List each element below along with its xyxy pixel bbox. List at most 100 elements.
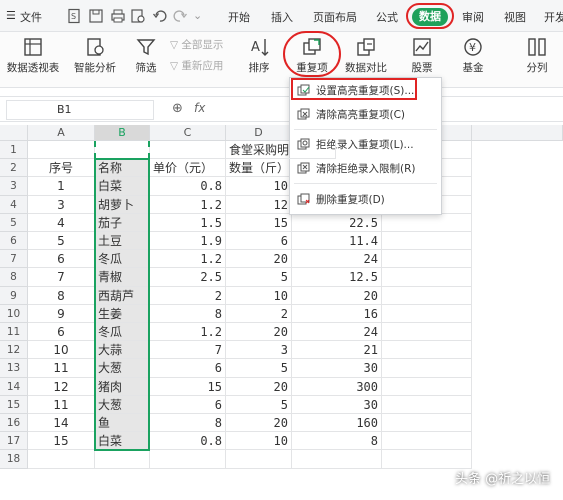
table-cell[interactable]: 冬瓜 bbox=[95, 250, 150, 269]
table-cell[interactable]: 8 bbox=[28, 286, 95, 305]
fund-button[interactable]: ¥ 基金 bbox=[456, 36, 490, 82]
table-cell[interactable]: 猪肉 bbox=[95, 377, 150, 396]
smart-analysis-button[interactable]: 智能分析 bbox=[70, 36, 120, 82]
row-header[interactable]: 6 bbox=[0, 232, 28, 251]
select-all-corner[interactable] bbox=[0, 125, 28, 141]
table-cell[interactable]: 1.5 bbox=[150, 213, 226, 232]
table-cell[interactable]: 11 bbox=[28, 359, 95, 378]
column-header-c[interactable]: C bbox=[150, 125, 226, 141]
print-icon[interactable] bbox=[110, 8, 126, 24]
tab-review[interactable]: 审阅 bbox=[462, 9, 484, 25]
table-cell[interactable]: 5 bbox=[226, 359, 292, 378]
table-cell[interactable]: 鱼 bbox=[95, 414, 150, 433]
table-cell[interactable]: 5 bbox=[28, 232, 95, 251]
filter-button[interactable]: 筛选 bbox=[128, 36, 164, 82]
header-cell[interactable]: 单价（元） bbox=[150, 159, 226, 178]
split-column-button[interactable]: 分列 bbox=[518, 36, 556, 82]
row-header[interactable]: 17 bbox=[0, 432, 28, 451]
table-cell[interactable]: 生姜 bbox=[95, 304, 150, 323]
table-cell[interactable]: 22.5 bbox=[292, 213, 382, 232]
empty-cell[interactable] bbox=[382, 450, 472, 469]
empty-cell[interactable] bbox=[226, 450, 292, 469]
empty-cell[interactable] bbox=[382, 359, 472, 378]
column-header-g[interactable] bbox=[472, 125, 563, 141]
row-header[interactable]: 2 bbox=[0, 159, 28, 178]
table-cell[interactable]: 160 bbox=[292, 414, 382, 433]
new-file-icon[interactable]: S bbox=[66, 8, 82, 24]
table-cell[interactable]: 2.5 bbox=[150, 268, 226, 287]
table-cell[interactable]: 4 bbox=[28, 213, 95, 232]
table-cell[interactable]: 2 bbox=[150, 286, 226, 305]
empty-cell[interactable] bbox=[28, 141, 95, 160]
table-cell[interactable]: 11.4 bbox=[292, 232, 382, 251]
table-cell[interactable]: 12 bbox=[28, 377, 95, 396]
table-cell[interactable]: 6 bbox=[150, 359, 226, 378]
table-cell[interactable]: 0.8 bbox=[150, 177, 226, 196]
table-cell[interactable]: 3 bbox=[226, 341, 292, 360]
empty-cell[interactable] bbox=[382, 286, 472, 305]
table-cell[interactable]: 15 bbox=[226, 213, 292, 232]
name-box[interactable]: B1 bbox=[6, 100, 154, 120]
table-cell[interactable]: 白菜 bbox=[95, 432, 150, 451]
empty-cell[interactable] bbox=[150, 450, 226, 469]
table-cell[interactable]: 300 bbox=[292, 377, 382, 396]
empty-cell[interactable] bbox=[382, 268, 472, 287]
table-cell[interactable]: 7 bbox=[28, 268, 95, 287]
stock-button[interactable]: 股票 bbox=[404, 36, 440, 82]
table-cell[interactable]: 30 bbox=[292, 359, 382, 378]
empty-cell[interactable] bbox=[292, 450, 382, 469]
save-icon[interactable] bbox=[88, 8, 104, 24]
empty-cell[interactable] bbox=[382, 395, 472, 414]
table-cell[interactable]: 0.8 bbox=[150, 432, 226, 451]
row-header[interactable]: 8 bbox=[0, 268, 28, 287]
table-cell[interactable]: 大蒜 bbox=[95, 341, 150, 360]
row-header[interactable]: 11 bbox=[0, 323, 28, 342]
table-cell[interactable]: 6 bbox=[150, 395, 226, 414]
table-cell[interactable]: 15 bbox=[28, 432, 95, 451]
table-cell[interactable]: 24 bbox=[292, 323, 382, 342]
print-preview-icon[interactable] bbox=[130, 8, 146, 24]
table-cell[interactable]: 大葱 bbox=[95, 359, 150, 378]
empty-cell[interactable] bbox=[382, 414, 472, 433]
table-cell[interactable]: 1.2 bbox=[150, 250, 226, 269]
empty-cell[interactable] bbox=[95, 141, 150, 160]
zoom-search-icon[interactable]: ⊕ bbox=[172, 101, 183, 116]
table-cell[interactable]: 冬瓜 bbox=[95, 323, 150, 342]
row-header[interactable]: 7 bbox=[0, 250, 28, 269]
file-menu[interactable]: 文件 bbox=[20, 9, 42, 25]
chevron-down-icon[interactable]: ⌄ bbox=[193, 9, 202, 22]
table-cell[interactable]: 20 bbox=[226, 250, 292, 269]
header-cell[interactable]: 名称 bbox=[95, 159, 150, 178]
table-cell[interactable]: 茄子 bbox=[95, 213, 150, 232]
column-header-b[interactable]: B bbox=[95, 125, 150, 141]
pivot-table-button[interactable]: 数据透视表 bbox=[4, 36, 62, 82]
empty-cell[interactable] bbox=[382, 250, 472, 269]
table-cell[interactable]: 8 bbox=[150, 414, 226, 433]
row-header[interactable]: 3 bbox=[0, 177, 28, 196]
table-cell[interactable]: 8 bbox=[292, 432, 382, 451]
undo-icon[interactable] bbox=[152, 8, 168, 24]
tab-view[interactable]: 视图 bbox=[504, 9, 526, 25]
table-cell[interactable]: 24 bbox=[292, 250, 382, 269]
tab-formula[interactable]: 公式 bbox=[376, 9, 398, 25]
table-cell[interactable]: 6 bbox=[28, 323, 95, 342]
table-cell[interactable]: 11 bbox=[28, 395, 95, 414]
table-cell[interactable]: 6 bbox=[28, 250, 95, 269]
tab-developer[interactable]: 开发 bbox=[544, 9, 563, 25]
table-cell[interactable]: 5 bbox=[226, 268, 292, 287]
table-cell[interactable]: 14 bbox=[28, 414, 95, 433]
table-cell[interactable]: 8 bbox=[150, 304, 226, 323]
row-header[interactable]: 1 bbox=[0, 141, 28, 160]
fx-icon[interactable]: fx bbox=[194, 101, 205, 115]
reapply-button[interactable]: ▽ 重新应用 bbox=[170, 58, 223, 73]
table-cell[interactable]: 土豆 bbox=[95, 232, 150, 251]
empty-cell[interactable] bbox=[382, 232, 472, 251]
table-cell[interactable]: 2 bbox=[226, 304, 292, 323]
table-cell[interactable]: 15 bbox=[150, 377, 226, 396]
table-cell[interactable]: 10 bbox=[226, 432, 292, 451]
empty-cell[interactable] bbox=[95, 450, 150, 469]
tab-page-layout[interactable]: 页面布局 bbox=[313, 9, 357, 25]
table-cell[interactable]: 7 bbox=[150, 341, 226, 360]
row-header[interactable]: 5 bbox=[0, 213, 28, 232]
table-cell[interactable]: 3 bbox=[28, 195, 95, 214]
